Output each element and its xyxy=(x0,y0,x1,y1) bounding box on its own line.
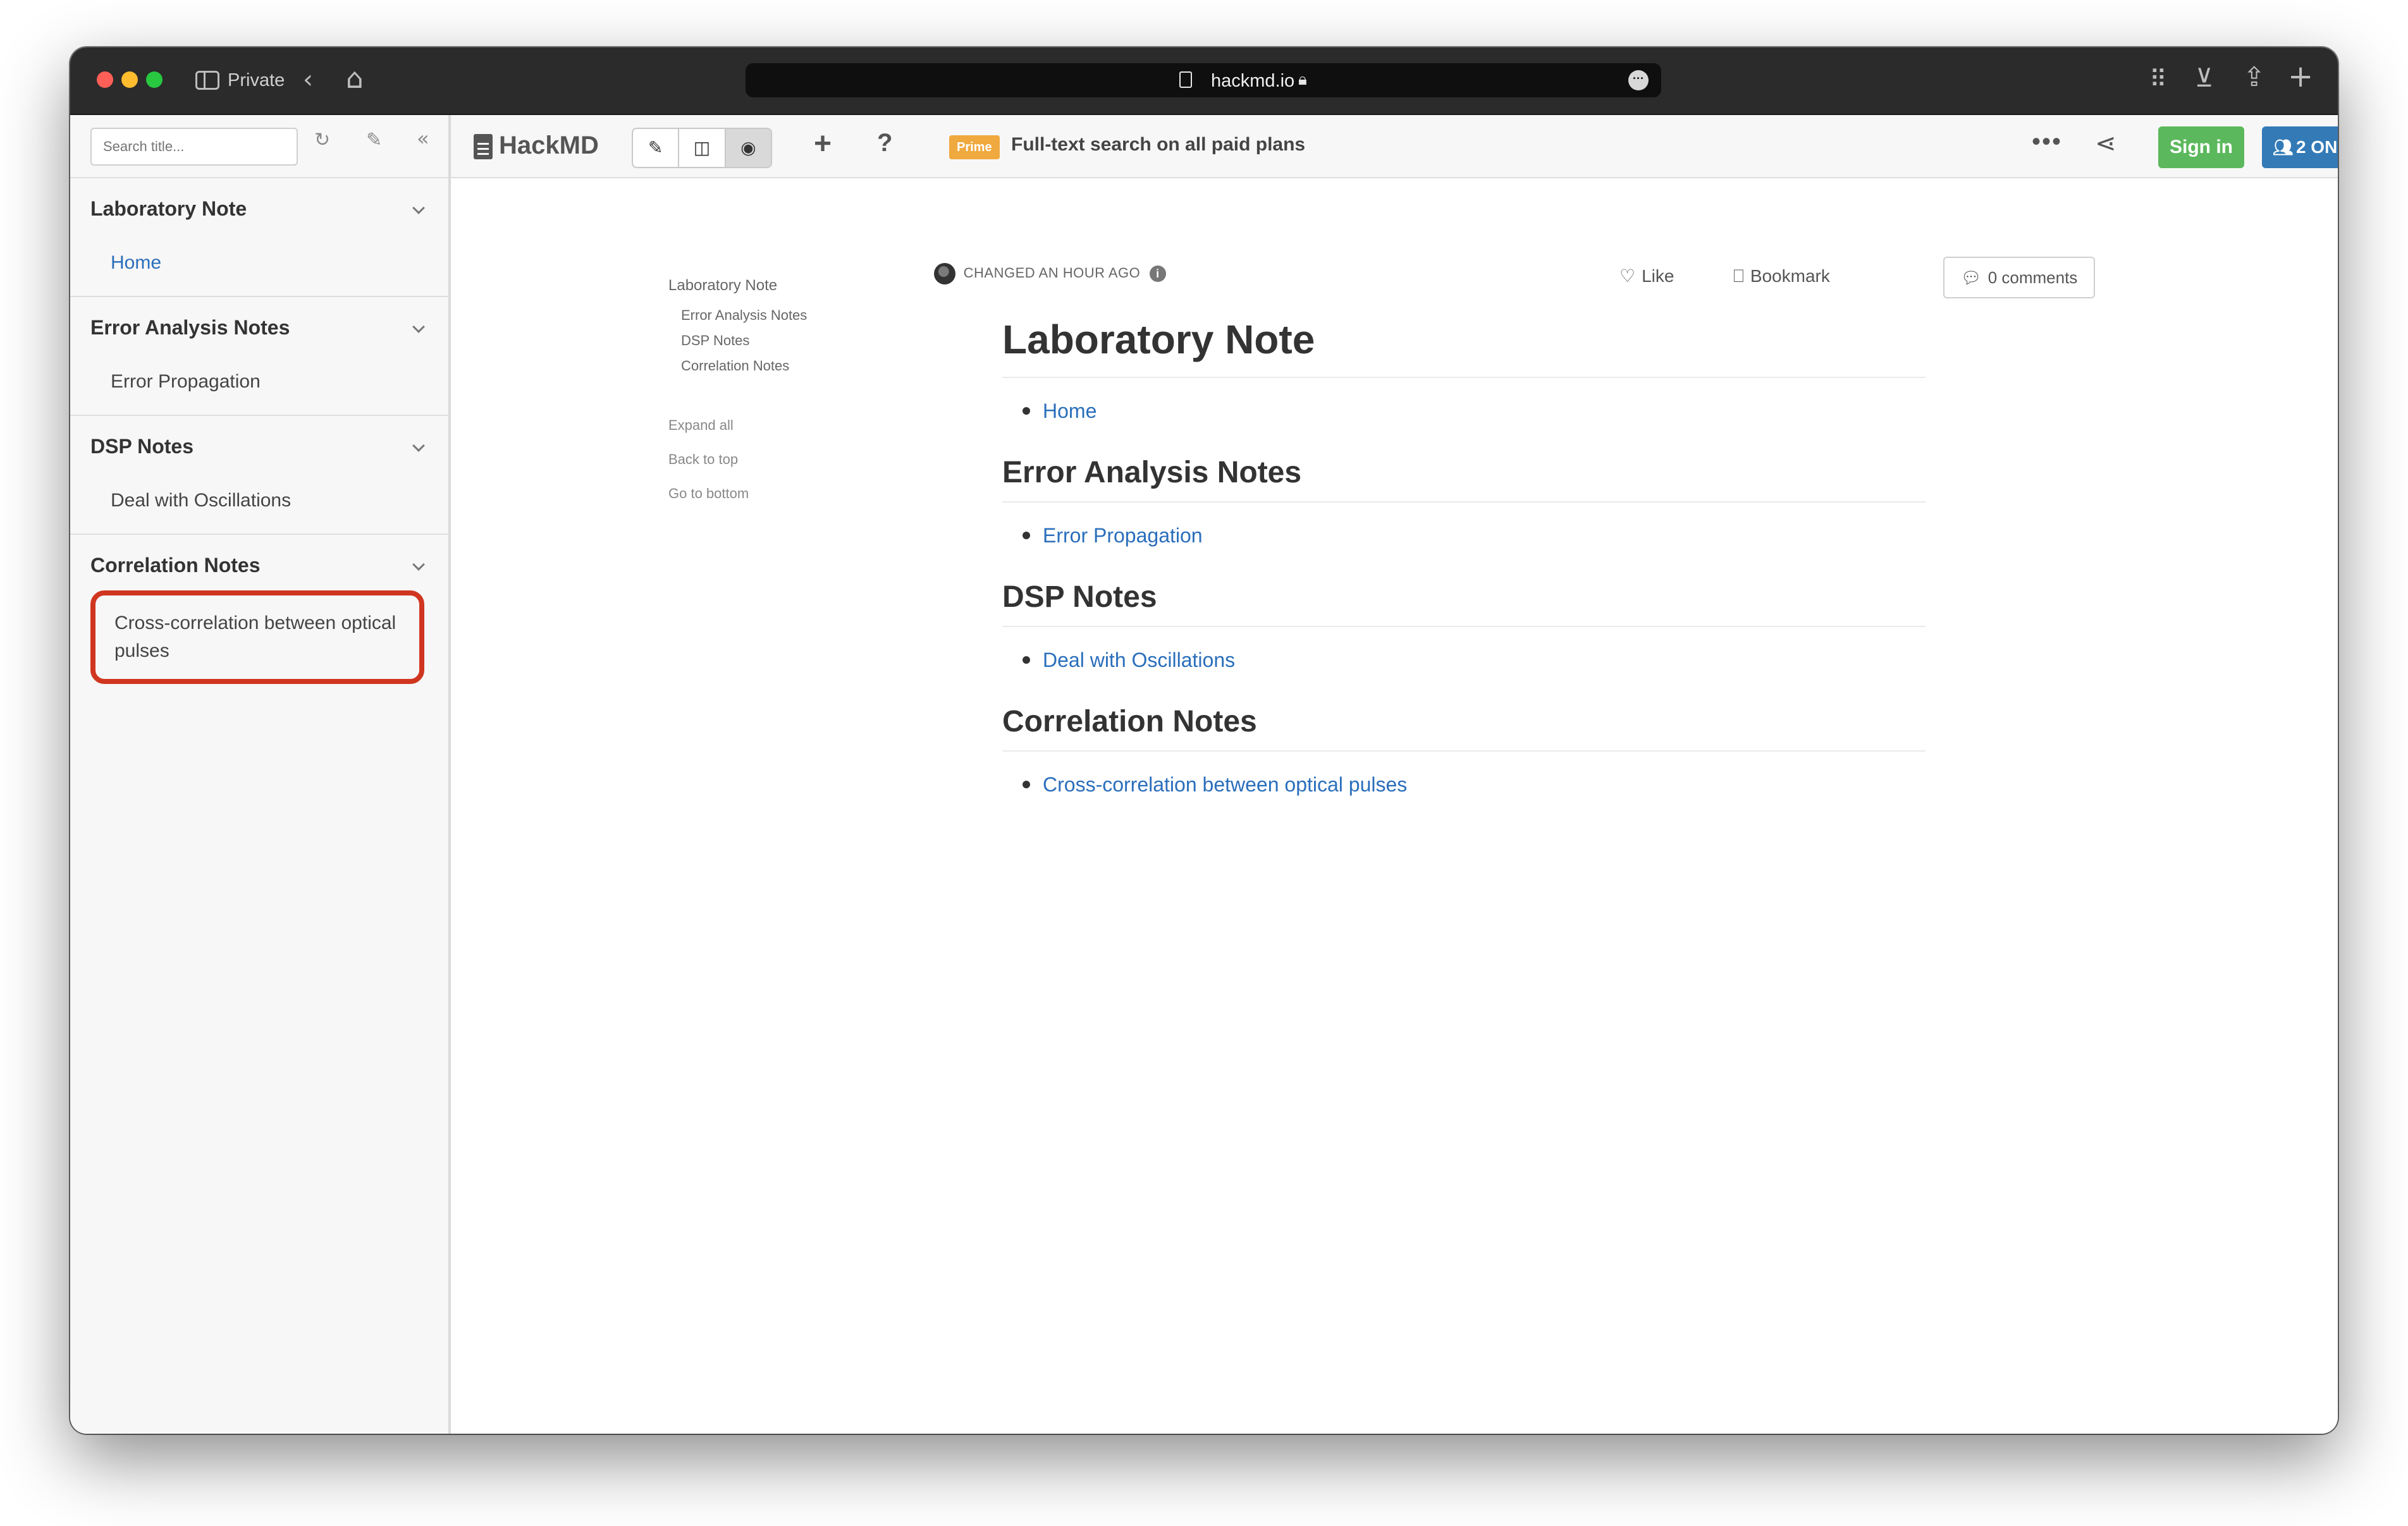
sidebar-section-header[interactable]: Correlation Notes xyxy=(70,535,448,587)
correlation-list: Cross-correlation between optical pulses xyxy=(1002,771,1926,798)
sidebar-section-title: Error Analysis Notes xyxy=(90,316,290,339)
edit-mode-pencil-icon[interactable]: ✎ xyxy=(633,129,680,167)
sidebar-toolbar: ↻ ✎ « xyxy=(70,115,448,178)
sidebar-section-error-analysis: Error Analysis Notes Error Propagation xyxy=(70,297,448,416)
browser-window: Private ‹ ⌂ hackmd.io 🔒︎ ··· ⠿ ⊻ ⇪ + ↻ ✎… xyxy=(70,47,2338,1434)
search-title-input[interactable] xyxy=(90,128,298,166)
share-nodes-icon[interactable]: ⋖ xyxy=(2095,129,2116,158)
lock-icon: 🔒︎ xyxy=(1298,70,1307,89)
sidebar-section-title: Correlation Notes xyxy=(90,554,261,577)
collapse-sidebar-icon[interactable]: « xyxy=(417,126,429,150)
like-button[interactable]: ♡ Like xyxy=(1619,266,1674,286)
view-mode-group: ✎ ◫ ◉ xyxy=(632,128,772,168)
section-heading-error-analysis: Error Analysis Notes xyxy=(1002,455,1926,503)
comment-icon: 💬︎ xyxy=(1960,269,1982,288)
sidebar-toggle-icon[interactable] xyxy=(195,71,219,90)
sidebar-section-dsp: DSP Notes Deal with Oscillations xyxy=(70,416,448,535)
chevron-down-icon[interactable] xyxy=(412,202,425,214)
sidebar-item-cross-correlation[interactable]: Cross-correlation between optical pulses xyxy=(90,590,424,684)
prime-badge[interactable]: Prime xyxy=(949,135,1000,159)
section-heading-correlation: Correlation Notes xyxy=(1002,704,1926,752)
online-users-button[interactable]: 👥︎2 ONLINE xyxy=(2262,126,2338,168)
sidebar-item-error-propagation[interactable]: Error Propagation xyxy=(70,349,448,415)
toc-actions: Expand all Back to top Go to bottom xyxy=(668,417,807,502)
chevron-down-icon[interactable] xyxy=(412,320,425,333)
new-tab-icon[interactable]: + xyxy=(2288,59,2313,94)
toc-item-laboratory-note[interactable]: Laboratory Note xyxy=(668,277,807,295)
deal-with-oscillations-link[interactable]: Deal with Oscillations xyxy=(1023,646,1926,674)
zoom-window-button[interactable] xyxy=(146,71,163,88)
home-link[interactable]: Home xyxy=(1023,397,1926,425)
minimize-window-button[interactable] xyxy=(121,71,138,88)
chevron-down-icon[interactable] xyxy=(412,439,425,452)
dsp-list: Deal with Oscillations xyxy=(1002,646,1926,674)
book-sidebar: ↻ ✎ « Laboratory Note Home Error Analysi… xyxy=(70,115,451,1434)
home-list: Home xyxy=(1002,397,1926,425)
close-window-button[interactable] xyxy=(97,71,113,88)
sidebar-section-correlation: Correlation Notes Cross-correlation betw… xyxy=(70,535,448,684)
refresh-icon[interactable]: ↻ xyxy=(314,129,330,151)
private-label: Private xyxy=(228,70,285,90)
sidebar-item-deal-with-oscillations[interactable]: Deal with Oscillations xyxy=(70,468,448,534)
sidebar-section-title: DSP Notes xyxy=(90,435,194,458)
sidebar-section-header[interactable]: Laboratory Note xyxy=(70,178,448,230)
more-options-icon[interactable]: ··· xyxy=(1628,70,1649,90)
sign-in-button[interactable]: Sign in xyxy=(2158,126,2244,168)
comments-button[interactable]: 💬︎ 0 comments xyxy=(1943,257,2095,298)
like-label: Like xyxy=(1642,266,1674,286)
error-analysis-list: Error Propagation xyxy=(1002,522,1926,549)
help-question-icon[interactable]: ? xyxy=(877,129,892,157)
new-note-plus-icon[interactable]: + xyxy=(814,126,832,161)
sidebar-section-header[interactable]: Error Analysis Notes xyxy=(70,297,448,349)
comments-label: 0 comments xyxy=(1987,268,2078,287)
view-mode-eye-icon[interactable]: ◉ xyxy=(725,129,771,167)
note-content-area: Laboratory Note Error Analysis Notes DSP… xyxy=(451,180,2338,1434)
hackmd-navbar: HackMD ✎ ◫ ◉ + ? Prime Full-text search … xyxy=(451,115,2338,178)
author-avatar[interactable] xyxy=(934,263,955,284)
toc-item-error-analysis[interactable]: Error Analysis Notes xyxy=(681,307,807,324)
chevron-down-icon[interactable] xyxy=(412,558,425,571)
hackmd-logo[interactable]: HackMD xyxy=(499,131,599,160)
pencil-icon[interactable]: ✎ xyxy=(366,129,382,151)
bookmark-label: Bookmark xyxy=(1750,266,1830,286)
back-to-top-link[interactable]: Back to top xyxy=(668,451,807,468)
sidebar-section-header[interactable]: DSP Notes xyxy=(70,416,448,468)
document-icon xyxy=(1179,71,1192,88)
online-count: 2 ONLINE xyxy=(2295,137,2338,157)
cross-correlation-link[interactable]: Cross-correlation between optical pulses xyxy=(1023,771,1926,798)
info-icon[interactable]: i xyxy=(1149,266,1166,282)
sidebar-section-title: Laboratory Note xyxy=(90,197,247,220)
changed-timestamp: CHANGED AN HOUR AGO xyxy=(963,264,1141,281)
table-of-contents: Laboratory Note Error Analysis Notes DSP… xyxy=(668,277,807,520)
expand-all-link[interactable]: Expand all xyxy=(668,417,807,434)
home-icon[interactable]: ⌂ xyxy=(346,63,364,95)
bookmark-icon: ⎕ xyxy=(1733,266,1744,286)
bookmark-button[interactable]: ⎕ Bookmark xyxy=(1733,266,1830,287)
go-to-bottom-link[interactable]: Go to bottom xyxy=(668,485,807,502)
sidebar-item-home[interactable]: Home xyxy=(70,230,448,296)
note-meta: CHANGED AN HOUR AGO i xyxy=(934,263,1166,284)
more-menu-icon[interactable]: ••• xyxy=(2032,128,2062,156)
back-icon[interactable]: ‹ xyxy=(303,65,313,94)
address-bar[interactable]: hackmd.io 🔒︎ ··· xyxy=(746,63,1661,97)
prime-promo-text[interactable]: Full-text search on all paid plans xyxy=(1011,134,1305,156)
section-heading-dsp: DSP Notes xyxy=(1002,580,1926,627)
users-icon: 👥︎ xyxy=(2272,138,2294,157)
hackmd-logo-icon[interactable] xyxy=(474,134,493,159)
note-title: Laboratory Note xyxy=(1002,316,1926,378)
split-mode-columns-icon[interactable]: ◫ xyxy=(679,129,726,167)
sidebar-section-laboratory-note: Laboratory Note Home xyxy=(70,178,448,297)
heart-icon: ♡ xyxy=(1619,266,1636,286)
grid-icon[interactable]: ⠿ xyxy=(2149,65,2167,93)
url-text: hackmd.io xyxy=(1211,71,1295,91)
share-icon[interactable]: ⇪ xyxy=(2243,61,2265,92)
browser-titlebar: Private ‹ ⌂ hackmd.io 🔒︎ ··· ⠿ ⊻ ⇪ + xyxy=(70,47,2338,115)
note-document: Laboratory Note Home Error Analysis Note… xyxy=(1002,316,1926,798)
error-propagation-link[interactable]: Error Propagation xyxy=(1023,522,1926,549)
download-icon[interactable]: ⊻ xyxy=(2195,64,2213,93)
toc-item-dsp[interactable]: DSP Notes xyxy=(681,333,807,349)
toc-item-correlation[interactable]: Correlation Notes xyxy=(681,358,807,374)
